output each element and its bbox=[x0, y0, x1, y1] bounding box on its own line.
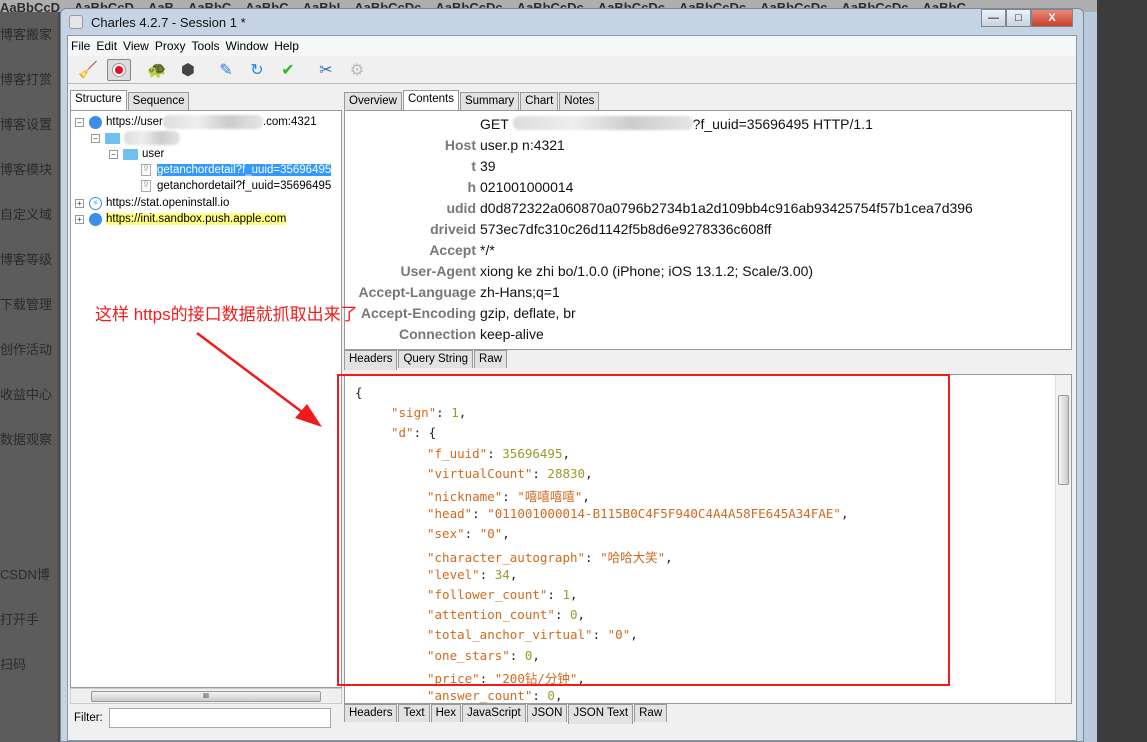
annotation-arrow bbox=[196, 332, 322, 427]
